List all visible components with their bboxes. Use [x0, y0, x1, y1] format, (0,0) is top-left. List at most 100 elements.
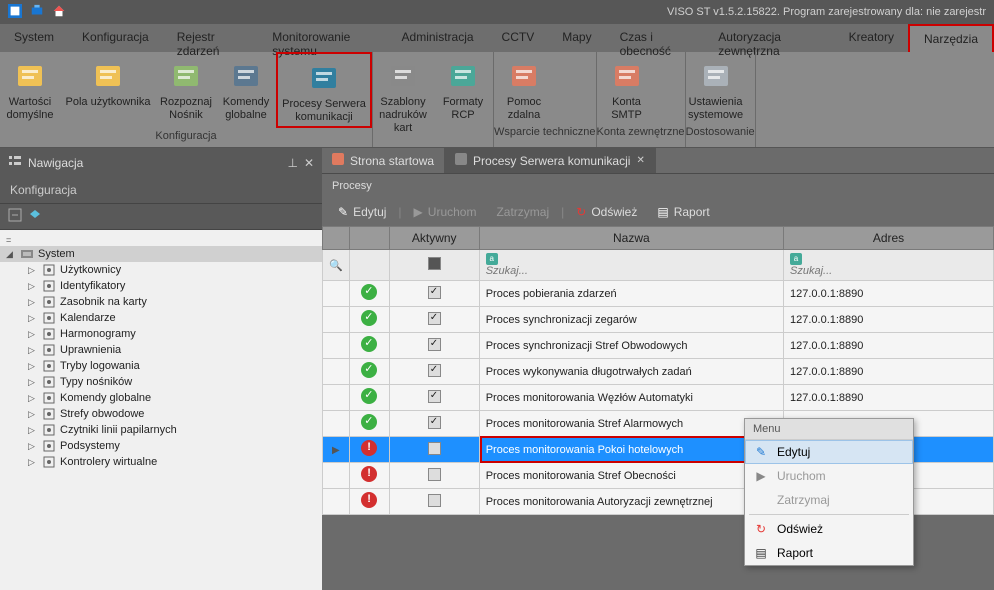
tab-icon — [455, 153, 467, 168]
row-address: 127.0.0.1:8890 — [784, 307, 994, 333]
row-active-checkbox[interactable] — [389, 281, 479, 307]
row-indicator — [323, 385, 350, 411]
menu-system[interactable]: System — [0, 24, 68, 52]
menu-autoryzacja-zewn-trzna[interactable]: Autoryzacja zewnętrzna — [704, 24, 834, 52]
tree-item-uprawnienia[interactable]: ▷Uprawnienia — [0, 342, 322, 358]
row-active-checkbox[interactable] — [389, 333, 479, 359]
context-od-wie-[interactable]: ↻Odśwież — [745, 517, 913, 541]
menu-konfiguracja[interactable]: Konfiguracja — [68, 24, 163, 52]
toolbar-refresh[interactable]: ↻Odśwież — [568, 202, 645, 222]
ribbon-user-fields[interactable]: Pola użytkownika — [60, 52, 156, 128]
pin-icon[interactable]: ⊥ — [287, 156, 297, 170]
ribbon-smtp-accounts[interactable]: KontaSMTP — [597, 52, 657, 124]
tree-item-identyfikatory[interactable]: ▷Identyfikatory — [0, 278, 322, 294]
rcp-formats-icon — [445, 58, 481, 94]
tree-item-tryby-logowania[interactable]: ▷Tryby logowania — [0, 358, 322, 374]
row-active-checkbox[interactable] — [389, 463, 479, 489]
menu-narz-dzia[interactable]: Narzędzia — [908, 24, 994, 52]
row-active-checkbox[interactable] — [389, 307, 479, 333]
tab-icon — [332, 153, 344, 168]
tree-item-typy-no-nik-w[interactable]: ▷Typy nośników — [0, 374, 322, 390]
menu-rejestr-zdarze-[interactable]: Rejestr zdarzeń — [163, 24, 259, 52]
tree-item-kontrolery-wirtualne[interactable]: ▷Kontrolery wirtualne — [0, 454, 322, 470]
filter-active-checkbox[interactable] — [389, 250, 479, 281]
toolbar-report[interactable]: ▤Raport — [649, 202, 717, 222]
smtp-accounts-label: KontaSMTP — [611, 96, 642, 122]
tree-tools[interactable]: = — [0, 234, 322, 246]
row-name: Proces monitorowania Stref Obecności — [479, 463, 783, 489]
tree-root-system[interactable]: ◢System — [0, 246, 322, 262]
col-active[interactable]: Aktywny — [389, 227, 479, 250]
row-address: 127.0.0.1:8890 — [784, 333, 994, 359]
ribbon-recognize-media[interactable]: RozpoznajNośnik — [156, 52, 216, 128]
row-address: 127.0.0.1:8890 — [784, 359, 994, 385]
row-indicator — [323, 359, 350, 385]
card-templates-label: Szablonynadruków kart — [375, 96, 431, 135]
recognize-media-label: RozpoznajNośnik — [160, 96, 212, 122]
ribbon-group-label: Wsparcie techniczne — [494, 124, 596, 141]
close-icon[interactable]: ✕ — [304, 156, 314, 170]
user-fields-label: Pola użytkownika — [66, 96, 151, 109]
tree-item-harmonogramy[interactable]: ▷Harmonogramy — [0, 326, 322, 342]
system-settings-icon — [698, 58, 734, 94]
context-raport[interactable]: ▤Raport — [745, 541, 913, 565]
row-active-checkbox[interactable] — [389, 359, 479, 385]
row-indicator — [323, 307, 350, 333]
row-indicator — [323, 463, 350, 489]
tree-item-u-ytkownicy[interactable]: ▷Użytkownicy — [0, 262, 322, 278]
layers-icon[interactable] — [28, 208, 42, 225]
ribbon-system-settings[interactable]: Ustawieniasystemowe — [686, 52, 746, 124]
ribbon-rcp-formats[interactable]: FormatyRCP — [433, 52, 493, 137]
quick-icon-1[interactable] — [30, 4, 44, 21]
menubar: SystemKonfiguracjaRejestr zdarzeńMonitor… — [0, 24, 994, 52]
close-icon[interactable]: ✕ — [636, 155, 644, 166]
ribbon-server-processes[interactable]: Procesy Serwerakomunikacji — [276, 52, 372, 128]
pencil-icon: ✎ — [753, 445, 769, 459]
filter-search-icon[interactable]: 🔍 — [323, 250, 350, 281]
menu-czas-i-obecno-[interactable]: Czas i obecność — [606, 24, 705, 52]
ribbon-default-values[interactable]: Wartościdomyślne — [0, 52, 60, 128]
ribbon-group-label: Dostosowanie — [686, 124, 755, 141]
row-name: Proces synchronizacji zegarów — [479, 307, 783, 333]
table-row[interactable]: Proces synchronizacji zegarów127.0.0.1:8… — [323, 307, 994, 333]
col-name[interactable]: Nazwa — [479, 227, 783, 250]
tree-item-kalendarze[interactable]: ▷Kalendarze — [0, 310, 322, 326]
ribbon-global-commands[interactable]: Komendyglobalne — [216, 52, 276, 128]
context-uruchom: ▶Uruchom — [745, 464, 913, 488]
row-active-checkbox[interactable] — [389, 385, 479, 411]
ribbon-remote-help[interactable]: Pomoczdalna — [494, 52, 554, 124]
tree-item-strefy-obwodowe[interactable]: ▷Strefy obwodowe — [0, 406, 322, 422]
table-row[interactable]: Proces wykonywania długotrwałych zadań12… — [323, 359, 994, 385]
row-active-checkbox[interactable] — [389, 489, 479, 515]
tree-item-podsystemy[interactable]: ▷Podsystemy — [0, 438, 322, 454]
row-active-checkbox[interactable] — [389, 411, 479, 437]
row-status — [349, 489, 389, 515]
context-edytuj[interactable]: ✎Edytuj — [745, 440, 913, 464]
tree-item-czytniki-linii-papilarnych[interactable]: ▷Czytniki linii papilarnych — [0, 422, 322, 438]
toolbar-stop[interactable]: Zatrzymaj — [488, 202, 557, 222]
tab-strona-startowa[interactable]: Strona startowa — [322, 148, 445, 173]
menu-administracja[interactable]: Administracja — [388, 24, 488, 52]
ribbon-card-templates[interactable]: Szablonynadruków kart — [373, 52, 433, 137]
filter-name[interactable]: a — [479, 250, 783, 281]
table-row[interactable]: Proces pobierania zdarzeń127.0.0.1:8890 — [323, 281, 994, 307]
tab-procesy-serwera-komunikacji[interactable]: Procesy Serwera komunikacji✕ — [445, 148, 656, 173]
home-icon[interactable] — [52, 4, 66, 21]
filter-row: 🔍 aa — [323, 250, 994, 281]
col-address[interactable]: Adres — [784, 227, 994, 250]
table-row[interactable]: Proces monitorowania Węzłów Automatyki12… — [323, 385, 994, 411]
table-row[interactable]: Proces synchronizacji Stref Obwodowych12… — [323, 333, 994, 359]
tree-item-komendy-globalne[interactable]: ▷Komendy globalne — [0, 390, 322, 406]
tree-item-zasobnik-na-karty[interactable]: ▷Zasobnik na karty — [0, 294, 322, 310]
system-settings-label: Ustawieniasystemowe — [688, 96, 743, 122]
menu-mapy[interactable]: Mapy — [548, 24, 605, 52]
menu-monitorowanie-systemu[interactable]: Monitorowanie systemu — [258, 24, 387, 52]
menu-kreatory[interactable]: Kreatory — [835, 24, 908, 52]
context-zatrzymaj: Zatrzymaj — [745, 488, 913, 512]
collapse-icon[interactable] — [8, 208, 22, 225]
toolbar-edit[interactable]: ✎Edytuj — [330, 202, 394, 222]
toolbar-run[interactable]: ▶Uruchom — [406, 202, 485, 222]
menu-cctv[interactable]: CCTV — [488, 24, 549, 52]
row-active-checkbox[interactable] — [389, 437, 479, 463]
filter-address[interactable]: a — [784, 250, 994, 281]
